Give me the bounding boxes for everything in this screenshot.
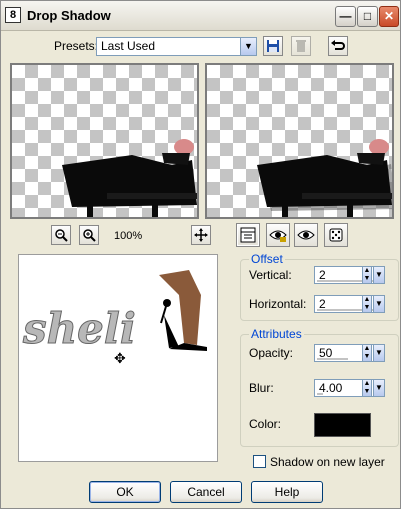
offset-group-title: Offset	[249, 252, 285, 266]
close-button[interactable]: ✕	[379, 6, 399, 27]
horizontal-spinner[interactable]: ▲ ▼	[362, 295, 372, 313]
zoom-level: 100%	[114, 230, 143, 242]
delete-preset-button[interactable]	[291, 36, 311, 56]
opacity-spinner[interactable]: ▲ ▼	[362, 344, 372, 362]
floppy-disk-icon	[267, 40, 279, 52]
app-icon: 8	[5, 7, 21, 23]
opacity-dropdown[interactable]: ▼	[373, 344, 385, 362]
attributes-group: Attributes Opacity: 50 ▲ ▼ ▼ Blur: 4.00 ▲…	[240, 327, 399, 447]
show-preview-toggle[interactable]	[236, 223, 260, 247]
proof-button[interactable]	[294, 223, 318, 247]
trash-icon	[296, 40, 306, 52]
vertical-dropdown[interactable]: ▼	[373, 266, 385, 284]
window-title: Drop Shadow	[27, 8, 111, 23]
eye-icon	[297, 230, 315, 240]
presets-select[interactable]: Last Used ▼	[96, 37, 257, 56]
chevron-down-icon[interactable]: ▼	[240, 38, 256, 55]
vertical-label: Vertical:	[249, 268, 292, 282]
shadow-on-new-layer-checkbox[interactable]	[253, 455, 266, 468]
zoom-out-button[interactable]	[51, 225, 71, 245]
offset-group: Offset Vertical: 2 ▲ ▼ ▼ Horizontal: 2 ▲ ▼…	[240, 252, 399, 321]
attributes-group-title: Attributes	[249, 327, 304, 341]
eye-lock-icon	[269, 230, 287, 242]
zoom-out-icon	[55, 229, 68, 242]
maximize-button[interactable]: □	[357, 6, 378, 27]
horizontal-label: Horizontal:	[249, 297, 307, 311]
piano-image-shadowed	[257, 139, 392, 217]
shadow-color-swatch[interactable]	[314, 413, 371, 437]
randomize-button[interactable]	[324, 223, 348, 247]
horizontal-dropdown[interactable]: ▼	[373, 295, 385, 313]
shadow-on-new-layer-label[interactable]: Shadow on new layer	[270, 455, 385, 469]
vertical-spinner[interactable]: ▲ ▼	[362, 266, 372, 284]
presets-value: Last Used	[101, 39, 156, 53]
opacity-label: Opacity:	[249, 346, 294, 360]
zoom-in-button[interactable]	[79, 225, 99, 245]
cancel-button[interactable]: Cancel	[170, 481, 242, 503]
sheli-logo-text: sheli	[22, 304, 136, 353]
save-preset-button[interactable]	[263, 36, 283, 56]
color-label: Color:	[249, 417, 282, 431]
blur-dropdown[interactable]: ▼	[373, 379, 385, 397]
original-preview	[10, 63, 199, 219]
blur-spinner[interactable]: ▲ ▼	[362, 379, 372, 397]
zoom-in-icon	[83, 229, 96, 242]
undo-arrow-icon	[331, 40, 345, 50]
drop-shadow-dialog: 8 Drop Shadow — □ ✕ Presets: Last Used ▼	[0, 0, 401, 509]
preview-window-icon	[240, 227, 256, 243]
dice-icon	[329, 228, 343, 242]
blur-label: Blur:	[249, 381, 274, 395]
title-bar: 8 Drop Shadow — □ ✕	[1, 1, 400, 31]
reset-button[interactable]	[328, 36, 348, 56]
help-button[interactable]: Help	[251, 481, 323, 503]
navigation-preview[interactable]: sheli ✥	[18, 254, 218, 462]
auto-proof-button[interactable]	[266, 223, 290, 247]
presets-label: Presets:	[54, 39, 99, 53]
ok-button[interactable]: OK	[89, 481, 161, 503]
move-icon	[194, 228, 208, 242]
result-preview	[205, 63, 394, 219]
minimize-button[interactable]: —	[335, 6, 356, 27]
piano-image	[62, 139, 197, 217]
pan-button[interactable]	[191, 225, 211, 245]
move-cursor-icon: ✥	[114, 350, 126, 366]
